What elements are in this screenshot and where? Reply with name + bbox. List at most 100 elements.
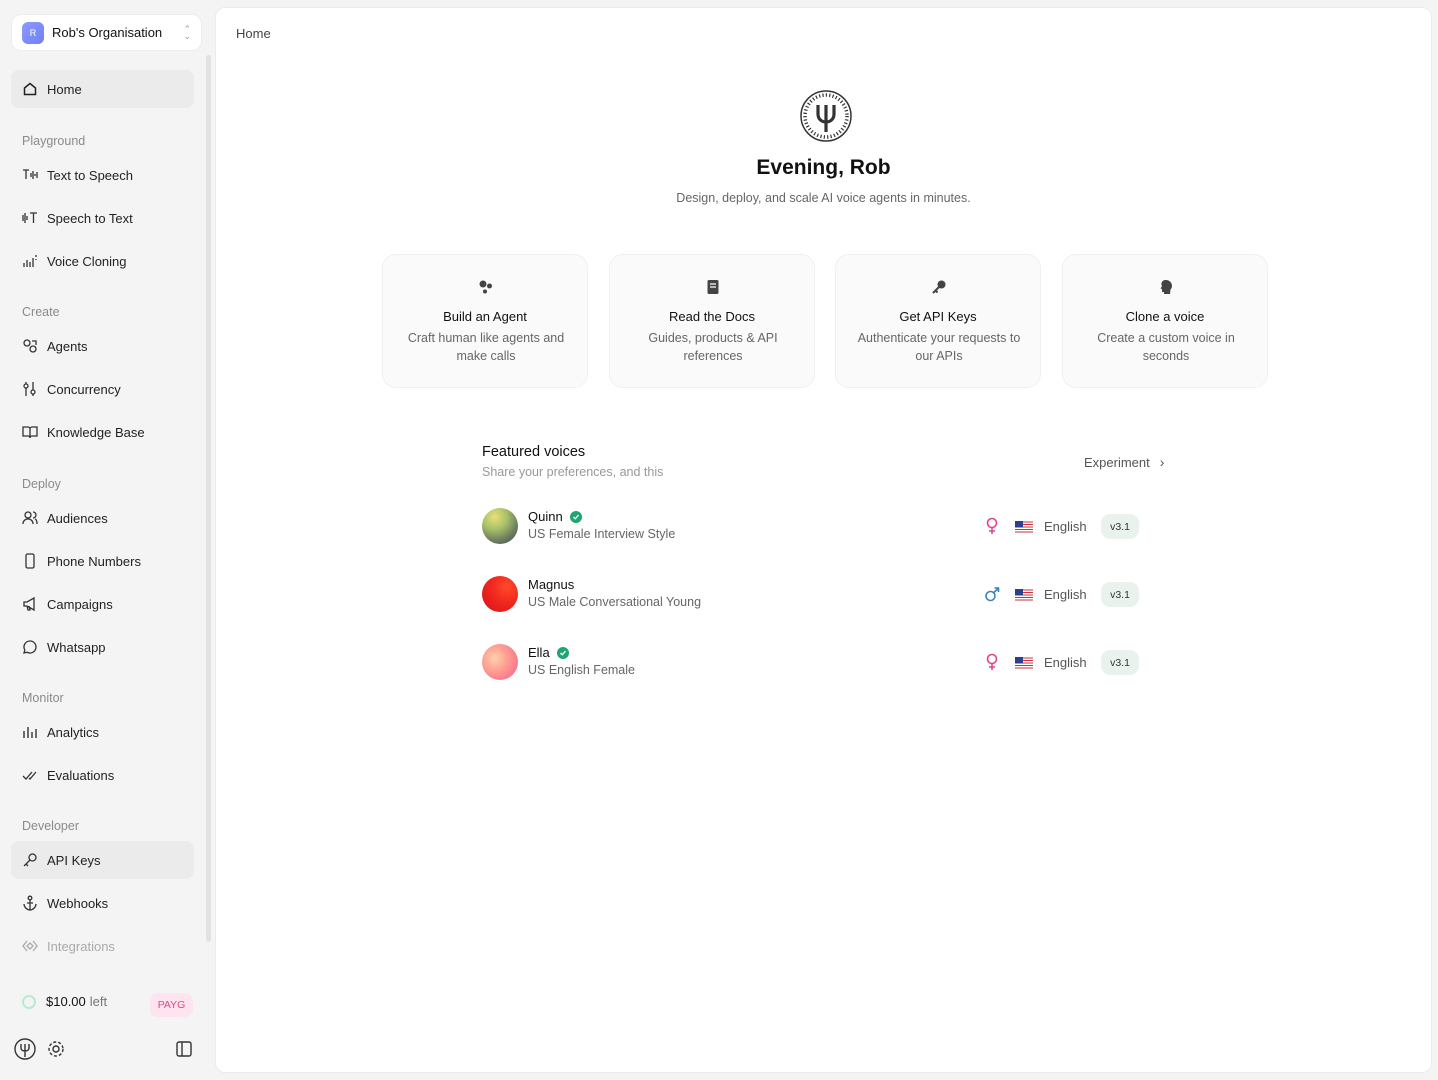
sidebar-item-label: API Keys	[47, 852, 101, 868]
sidebar-item-api-keys[interactable]: API Keys	[11, 841, 194, 879]
key-icon	[23, 853, 37, 867]
voice-row-ella[interactable]: Ella US English Female English v3.1	[482, 644, 1142, 682]
plan-badge[interactable]: PAYG	[150, 993, 193, 1017]
card-desc: Guides, products & API references	[648, 331, 778, 363]
experiment-link[interactable]: Experiment ›	[1084, 454, 1164, 470]
card-desc: Craft human like agents and make calls	[407, 331, 565, 363]
voice-name-text: Quinn	[528, 509, 563, 524]
main-panel: Home Evening, Rob Design, deploy, and sc…	[215, 7, 1432, 1073]
gear-icon[interactable]	[45, 1038, 67, 1060]
voice-clone-icon	[23, 255, 37, 267]
card-clone-voice[interactable]: Clone a voice Create a custom voice in s…	[1062, 254, 1268, 388]
sidebar-item-label: Agents	[47, 338, 88, 354]
sidebar-item-label: Home	[47, 81, 82, 97]
voice-row-quinn[interactable]: Quinn US Female Interview Style English …	[482, 508, 1142, 546]
credit-suffix: left	[89, 994, 108, 1009]
org-avatar: R	[22, 21, 44, 44]
greeting-heading: Evening, Rob	[756, 156, 891, 179]
section-label-deploy: Deploy	[22, 477, 61, 491]
sidebar-item-label: Evaluations	[47, 767, 115, 783]
brand-logo-icon[interactable]	[14, 1038, 36, 1060]
version-badge: v3.1	[1101, 650, 1139, 675]
card-desc: Create a custom voice in seconds	[1097, 331, 1235, 363]
voice-name-text: Ella	[528, 645, 550, 660]
sidebar-item-campaigns[interactable]: Campaigns	[11, 585, 194, 623]
sidebar-item-evaluations[interactable]: Evaluations	[11, 756, 194, 794]
card-title: Build an Agent	[443, 309, 527, 324]
voice-language: English	[1044, 655, 1087, 670]
featured-voices-title: Featured voices	[482, 444, 586, 460]
us-flag-icon	[1015, 657, 1033, 669]
chevron-right-icon: ›	[1159, 454, 1165, 470]
sidebar-item-label: Concurrency	[47, 381, 121, 397]
card-get-api-keys[interactable]: Get API Keys Authenticate your requests …	[835, 254, 1041, 388]
key-icon	[932, 280, 946, 294]
speech-text-icon	[22, 212, 37, 223]
voice-avatar	[482, 508, 518, 544]
voice-name: Magnus	[528, 577, 574, 592]
credit-amount: $10.00	[46, 994, 86, 1009]
megaphone-icon	[23, 596, 35, 612]
sidebar-item-analytics[interactable]: Analytics	[11, 713, 194, 751]
sidebar-item-integrations[interactable]: Integrations	[11, 927, 194, 965]
sidebar-item-label: Text to Speech	[47, 167, 133, 183]
sidebar-toggle-icon[interactable]	[173, 1038, 195, 1060]
sidebar-item-agents[interactable]: Agents	[11, 327, 194, 365]
voice-avatar	[482, 576, 518, 612]
credit-balance: $10.00 left	[22, 994, 107, 1009]
voice-language: English	[1044, 587, 1087, 602]
voice-desc: US Male Conversational Young	[528, 595, 702, 609]
sidebar-item-phone-numbers[interactable]: Phone Numbers	[11, 542, 194, 580]
version-badge: v3.1	[1101, 514, 1139, 539]
anchor-icon	[23, 895, 37, 911]
section-label-monitor: Monitor	[22, 691, 64, 705]
text-speech-icon	[23, 169, 38, 179]
sidebar-item-speech-to-text[interactable]: Speech to Text	[11, 199, 194, 237]
org-switcher[interactable]: R Rob's Organisation ⌃ ⌄	[11, 14, 202, 51]
sidebar: R Rob's Organisation ⌃ ⌄ Home Playground …	[0, 0, 214, 1080]
sidebar-item-voice-cloning[interactable]: Voice Cloning	[11, 242, 194, 280]
section-label-create: Create	[22, 305, 60, 319]
sidebar-item-whatsapp[interactable]: Whatsapp	[11, 628, 194, 666]
agent-icon	[479, 280, 492, 294]
sidebar-item-home[interactable]: Home	[11, 70, 194, 108]
sidebar-item-text-to-speech[interactable]: Text to Speech	[11, 156, 194, 194]
credit-ring-icon	[22, 994, 36, 1009]
female-icon	[986, 517, 998, 534]
sidebar-item-label: Speech to Text	[47, 210, 133, 226]
sidebar-item-label: Analytics	[47, 724, 100, 740]
sidebar-item-label: Integrations	[47, 938, 115, 954]
agents-icon	[23, 339, 37, 353]
chat-bubble-icon	[23, 640, 37, 654]
card-title: Clone a voice	[1125, 309, 1205, 324]
book-open-icon	[22, 426, 38, 439]
card-read-docs[interactable]: Read the Docs Guides, products & API ref…	[609, 254, 815, 388]
version-badge: v3.1	[1101, 582, 1139, 607]
voice-row-magnus[interactable]: Magnus US Male Conversational Young Engl…	[482, 576, 1142, 614]
head-icon	[1160, 279, 1172, 294]
card-build-agent[interactable]: Build an Agent Craft human like agents a…	[382, 254, 588, 388]
voice-language: English	[1044, 519, 1087, 534]
voice-name: Quinn	[528, 509, 582, 524]
card-desc: Authenticate your requests to our APIs	[857, 331, 1021, 363]
female-icon	[986, 653, 998, 670]
sidebar-item-knowledge-base[interactable]: Knowledge Base	[11, 413, 194, 451]
chevron-up-down-icon: ⌃ ⌄	[183, 23, 191, 41]
sidebar-scrollbar[interactable]	[206, 55, 211, 942]
experiment-label: Experiment	[1084, 454, 1150, 470]
male-icon	[985, 587, 1000, 602]
sidebar-item-concurrency[interactable]: Concurrency	[11, 370, 194, 408]
voice-name: Ella	[528, 645, 569, 660]
sidebar-item-label: Webhooks	[47, 895, 109, 911]
home-icon	[23, 82, 37, 96]
phone-icon	[25, 553, 35, 569]
sidebar-item-label: Knowledge Base	[47, 424, 145, 440]
book-icon	[707, 280, 719, 294]
verified-check-icon	[556, 646, 569, 659]
sidebar-item-audiences[interactable]: Audiences	[11, 499, 194, 537]
breadcrumb[interactable]: Home	[236, 26, 271, 41]
double-check-icon	[22, 771, 37, 780]
org-name: Rob's Organisation	[52, 25, 163, 40]
sidebar-item-webhooks[interactable]: Webhooks	[11, 884, 194, 922]
tagline: Design, deploy, and scale AI voice agent…	[676, 191, 971, 205]
